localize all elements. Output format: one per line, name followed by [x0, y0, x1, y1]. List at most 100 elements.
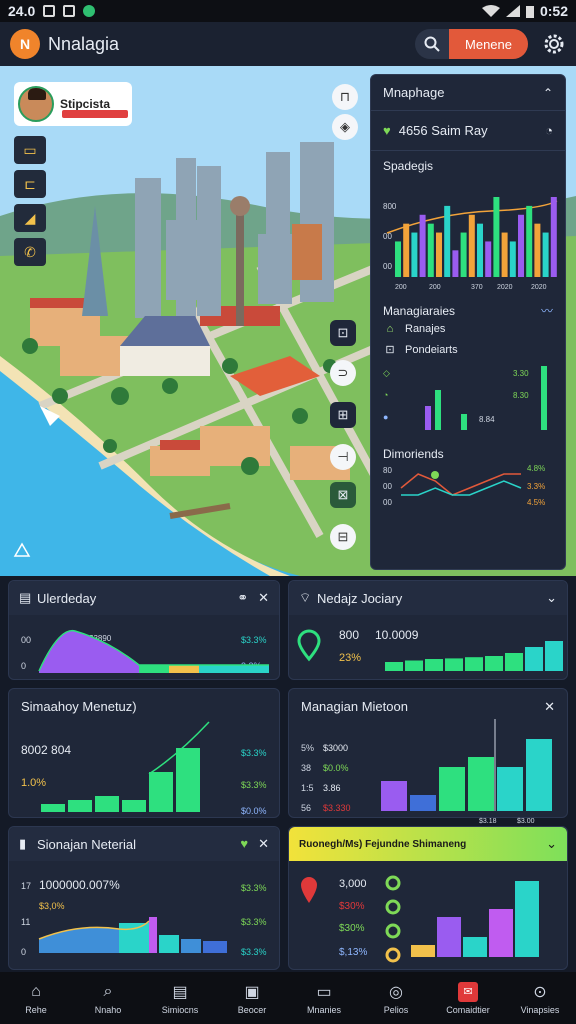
bar-chart-1: 800 00 00 200 200 370 2020 2020	[383, 197, 558, 291]
chart1-xtick: 200	[429, 284, 441, 291]
nav-label: Comaidtier	[446, 1004, 490, 1015]
chart-icon: ▤	[172, 983, 188, 1001]
chevron-down-icon[interactable]: ⌄	[546, 590, 557, 606]
status-time-left: 24.0	[8, 3, 36, 19]
layer-tool-button[interactable]: ▭	[14, 136, 46, 164]
chart1-bar	[419, 214, 426, 277]
city-map[interactable]: Stipcista ▭ ⊏ ◢ ✆ ⊓ ◈ ⊡ ⊃ ⊞ ⊣ ⊠ ⊟ Mnapha…	[0, 66, 576, 576]
chart1-xtick: 2020	[497, 284, 513, 291]
card4-bar	[410, 795, 436, 811]
map-tool-moon-button[interactable]: ⊃	[330, 360, 356, 386]
card5-rlabel: $3.3%	[241, 917, 267, 927]
legend-item[interactable]: ⊡ Pondeiarts	[371, 339, 565, 360]
legend-item[interactable]: ⌂ Ranajes	[371, 319, 565, 339]
close-icon[interactable]: ✕	[258, 590, 269, 606]
link-icon[interactable]: ⚭	[237, 590, 248, 606]
frame-tool-button[interactable]: ⊏	[14, 170, 46, 198]
gear-icon[interactable]	[542, 32, 566, 56]
card-sionajan-neterial[interactable]: ▮ Sionajan Neterial ♥ ✕ 17 11 0 1000000.0…	[8, 826, 280, 970]
card4-bar	[439, 767, 465, 811]
close-icon[interactable]: ✕	[544, 699, 555, 715]
nav-item-menus[interactable]: ▭ Mnanies	[288, 972, 360, 1024]
map-tool-photo-button[interactable]: ⊠	[330, 482, 356, 508]
heart-icon[interactable]: ♥	[240, 836, 248, 852]
clipboard-icon: ▭	[316, 983, 332, 1001]
nav-item-maps[interactable]: ⊙ Vinapsies	[504, 972, 576, 1024]
card-ulerdeday[interactable]: ▤ Ulerdeday ⚭ ✕ 00 0 $3890 $3.3% 3.3%	[8, 580, 280, 680]
nav-item-search[interactable]: ⌕ Nnaho	[72, 972, 144, 1024]
chart1-xtick: 370	[471, 284, 483, 291]
stats-side-panel: Mnaphage ⌃ ♥ 4656 Saim Ray ◔ Spadegis 80…	[370, 74, 566, 570]
nav-item-stats[interactable]: ▤ Simiocns	[144, 972, 216, 1024]
map-tool-trash-button[interactable]: ⊟	[330, 524, 356, 550]
card5-bar	[181, 939, 201, 953]
card3-bar	[122, 800, 146, 812]
call-tool-button[interactable]: ✆	[14, 238, 46, 266]
chart3-marker	[431, 471, 439, 479]
card-simaahoy[interactable]: Simaahoy Menetuz) 8002 804 1.0% $3.3% $3…	[8, 688, 280, 818]
status-bar: 24.0 0:52	[0, 0, 576, 22]
nav-item-commander[interactable]: ✉ Comaidtier	[432, 972, 504, 1024]
chevron-down-icon[interactable]: ⌄	[546, 836, 557, 852]
card-ruonegh[interactable]: Ruonegh/Ms) Fejundne Shimaneng ⌄ 3,000 $…	[288, 826, 568, 970]
chart2-label: 8.84	[479, 415, 495, 424]
chart1-bar	[436, 232, 442, 277]
nav-item-profiles[interactable]: ◎ Pelios	[360, 972, 432, 1024]
collapse-icon[interactable]: ⌃	[543, 86, 553, 100]
app-title: Nnalagia	[48, 33, 120, 54]
map-pin-icon: ⊙	[533, 983, 547, 1001]
close-icon[interactable]: ✕	[258, 836, 269, 852]
map-tool-compass-button[interactable]: ◈	[332, 114, 358, 140]
card4-ytick: 1:5	[301, 783, 314, 793]
card-nedajz-jociary[interactable]: ⌔ Nedajz Jociary ⌄ 800 10.0009 23%	[288, 580, 568, 680]
clock-icon[interactable]: ◔	[545, 123, 553, 138]
map-tool-frame-button[interactable]: ⊡	[330, 320, 356, 346]
search-icon[interactable]	[415, 36, 449, 52]
section-title-3: Dimoriends	[383, 447, 444, 461]
search-group: Menene	[415, 29, 528, 59]
map-tool-bin-button[interactable]: ⊓	[332, 84, 358, 110]
card5-bar	[149, 917, 157, 953]
nav-item-browser[interactable]: ▣ Beocer	[216, 972, 288, 1024]
profile-name: Stipcista	[60, 97, 111, 111]
card5-bar	[159, 935, 179, 953]
chart1-ytick: 00	[383, 262, 392, 271]
chart3-line	[400, 473, 521, 496]
card-title-row: Managian Mietoon ✕	[289, 689, 567, 715]
line-chart-3: 80 00 00 4.8% 3.3% 4.5%	[383, 464, 545, 507]
card2-bar	[505, 653, 523, 671]
draw-tool-button[interactable]: ◢	[14, 204, 46, 232]
chart2-bar	[461, 414, 467, 430]
list-icon: ▤	[19, 590, 32, 605]
card1-bar	[199, 665, 269, 673]
card3-bar-chart: 8002 804 1.0% $3.3% $3.3% $0.0%	[21, 721, 267, 816]
nav-label: Simiocns	[161, 1004, 199, 1015]
card-title: Ulerdeday	[37, 590, 97, 606]
chart1-bar	[501, 232, 508, 277]
player-profile-card[interactable]: Stipcista	[14, 82, 132, 126]
card3-bar	[68, 800, 92, 812]
wifi-icon	[481, 5, 500, 17]
card4-value: 3.86	[323, 783, 341, 793]
card-title: Sionajan Neterial	[37, 836, 137, 852]
bar-chart-2: ◇ ◔ ● 3.30 8.30 8.84	[383, 366, 547, 430]
card5-ytick: 0	[21, 947, 26, 957]
card1-bar	[169, 665, 199, 673]
nav-item-home[interactable]: ⌂ Rehe	[0, 972, 72, 1024]
app-logo[interactable]: N	[10, 29, 40, 59]
chart1-bar	[518, 214, 524, 277]
card-managian-mietoon[interactable]: Managian Mietoon ✕ 5% $3000 38 $0.0% 1:5 3.86…	[288, 688, 568, 825]
home-icon: ⌂	[386, 323, 394, 335]
side-panel-summary-row[interactable]: ♥ 4656 Saim Ray ◔	[371, 111, 565, 151]
side-panel-header: Mnaphage ⌃	[371, 75, 565, 111]
card6-bar	[411, 945, 435, 957]
card2-value: 23%	[339, 652, 361, 664]
card6-ring	[385, 875, 401, 891]
map-tool-pin-button[interactable]: ⊣	[330, 444, 356, 470]
map-tool-grid-button[interactable]: ⊞	[330, 402, 356, 428]
card6-ring	[385, 899, 401, 915]
menu-button[interactable]: Menene	[449, 29, 528, 59]
card6-bar	[437, 917, 461, 957]
chart2-icon: ◇	[383, 368, 390, 378]
grid-icon: ⊡	[385, 344, 395, 356]
